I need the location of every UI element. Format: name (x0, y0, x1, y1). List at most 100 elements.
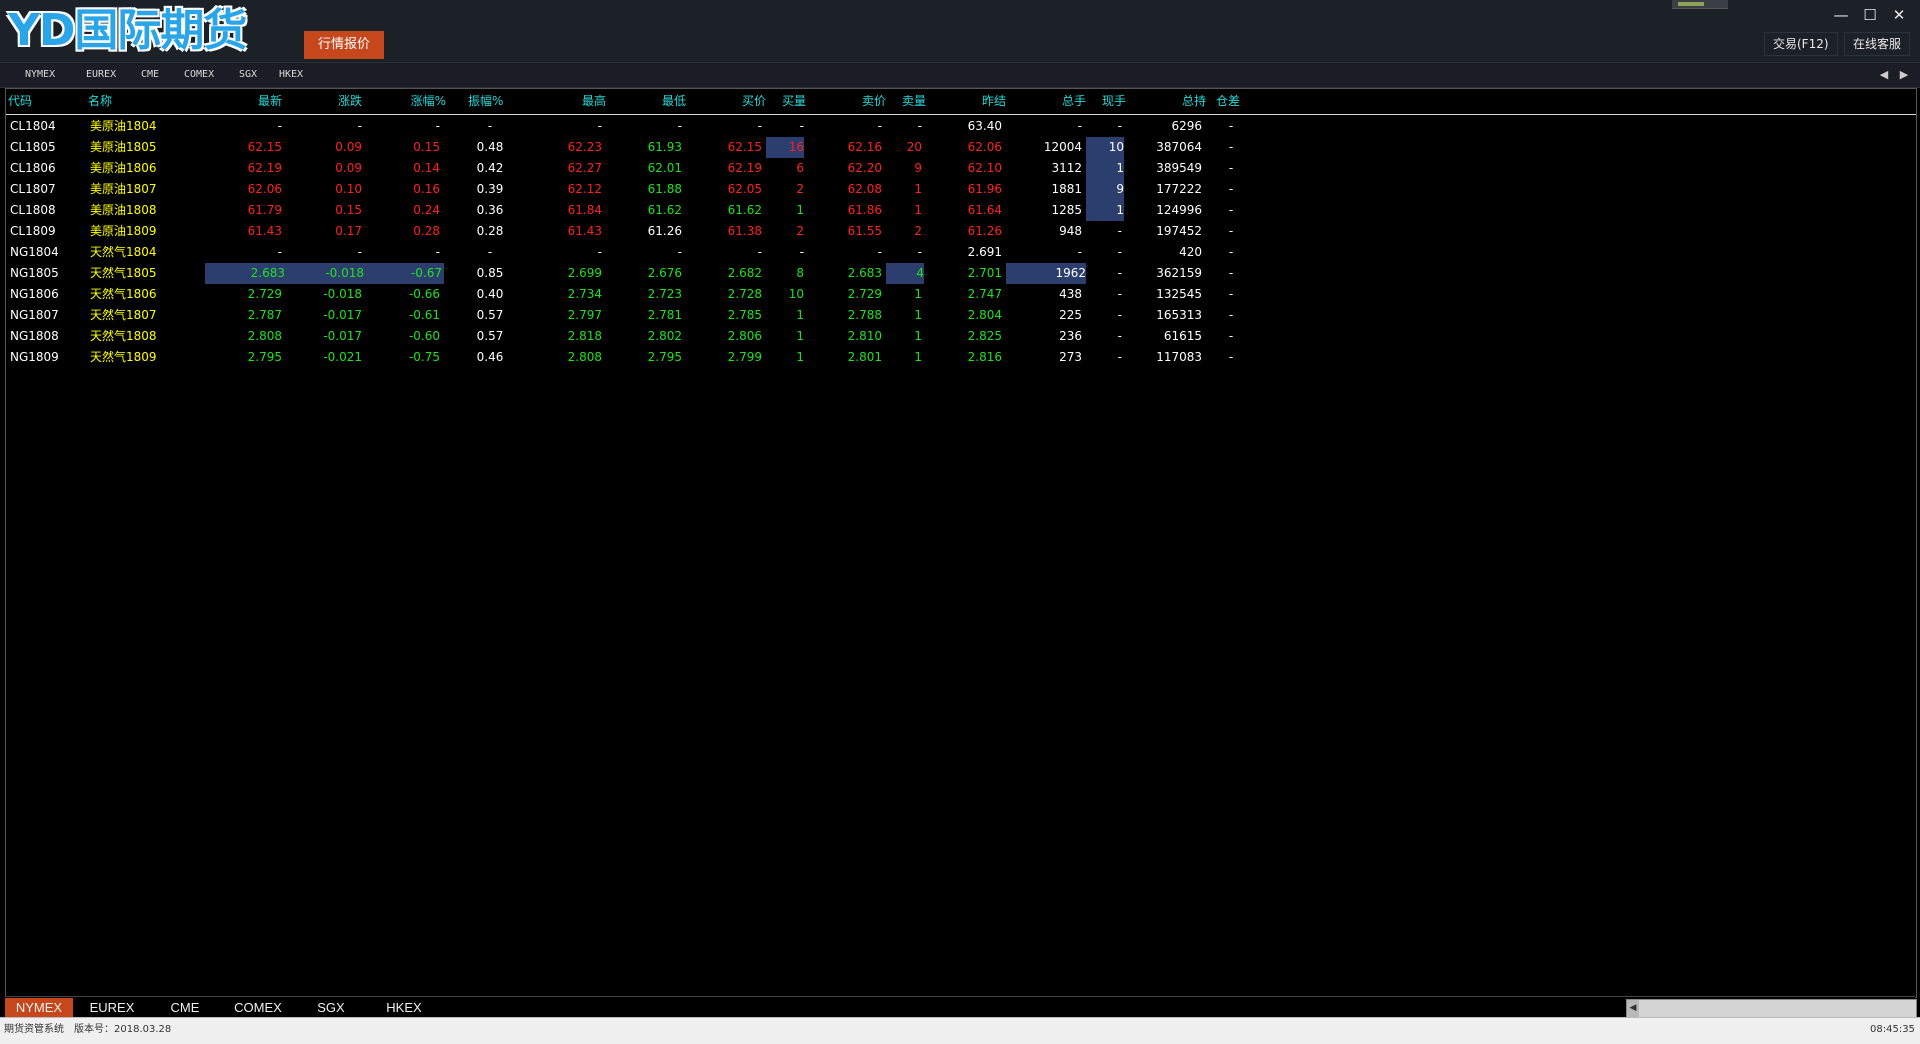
cell-name: 美原油1809 (90, 224, 157, 238)
cell-volume: 948 (1059, 224, 1082, 238)
cell-prev-settle: 61.64 (967, 203, 1002, 217)
trade-button[interactable]: 交易(F12) (1764, 32, 1838, 56)
tab-hkex[interactable]: HKEX (370, 998, 438, 1017)
cell-bid-vol: 1 (796, 203, 804, 217)
app-logo: YD国际期货 (8, 5, 247, 56)
cell-oi-change: - (1228, 140, 1234, 154)
cell-bid-vol: 1 (796, 308, 804, 322)
subnav-cme[interactable]: CME (141, 63, 159, 87)
cell-oi-change: - (1228, 224, 1234, 238)
table-row[interactable]: CL1806 美原油1806 62.19 0.09 0.14 0.42 62.2… (6, 158, 1916, 179)
col-open-interest[interactable]: 总持 (1126, 89, 1206, 114)
cell-prev-settle: 2.825 (967, 329, 1002, 343)
table-row[interactable]: NG1807 天然气1807 2.787 -0.017 -0.61 0.57 2… (6, 305, 1916, 326)
cell-volume: 438 (1059, 287, 1082, 301)
col-change[interactable]: 涨跌 (286, 89, 362, 114)
arrow-left-icon[interactable]: ◀ (1877, 67, 1891, 83)
cell-last: 62.19 (247, 161, 282, 175)
cell-high: 2.734 (567, 287, 602, 301)
cell-volume: 225 (1059, 308, 1082, 322)
col-volume[interactable]: 总手 (1006, 89, 1086, 114)
cell-oi-change: - (1228, 245, 1234, 259)
col-prev-settle[interactable]: 昨结 (926, 89, 1006, 114)
signal-indicator (1672, 0, 1728, 9)
cell-name: 美原油1805 (90, 140, 157, 154)
maximize-icon[interactable]: ☐ (1857, 4, 1883, 26)
subnav-sgx[interactable]: SGX (239, 63, 257, 87)
table-row[interactable]: CL1805 美原油1805 62.15 0.09 0.15 0.48 62.2… (6, 137, 1916, 158)
col-change-pct[interactable]: 涨幅% (364, 89, 446, 114)
horizontal-scrollbar[interactable]: ◀ (1626, 999, 1917, 1018)
table-row[interactable]: NG1806 天然气1806 2.729 -0.018 -0.66 0.40 2… (6, 284, 1916, 305)
col-last[interactable]: 最新 (206, 89, 282, 114)
col-low[interactable]: 最低 (606, 89, 686, 114)
cell-change-pct: 0.14 (413, 161, 440, 175)
online-service-button[interactable]: 在线客服 (1844, 32, 1911, 56)
col-ask-vol[interactable]: 卖量 (886, 89, 926, 114)
tab-cme[interactable]: CME (151, 998, 219, 1017)
col-bid[interactable]: 买价 (686, 89, 766, 114)
arrow-right-icon[interactable]: ▶ (1897, 67, 1911, 83)
cell-open-interest: 387064 (1156, 140, 1202, 154)
col-amplitude[interactable]: 振幅% (468, 89, 528, 114)
cell-ask-vol: 1 (914, 182, 922, 196)
table-row[interactable]: CL1804 美原油1804 - - - - - - - - - - 63.40… (6, 116, 1916, 137)
cell-oi-change: - (1228, 308, 1234, 322)
cell-low: 61.62 (647, 203, 682, 217)
tab-comex[interactable]: COMEX (224, 998, 292, 1017)
cell-bid-vol: 2 (796, 224, 804, 238)
cell-code: NG1809 (10, 350, 59, 364)
subnav-eurex[interactable]: EUREX (86, 63, 116, 87)
signal-level (1678, 2, 1704, 6)
cell-name: 美原油1806 (90, 161, 157, 175)
cell-name: 天然气1807 (90, 308, 157, 322)
col-high[interactable]: 最高 (526, 89, 606, 114)
cell-open-interest: 177222 (1156, 182, 1202, 196)
cell-high: 62.23 (567, 140, 602, 154)
minimize-icon[interactable]: — (1828, 4, 1854, 26)
col-cur-vol[interactable]: 现手 (1086, 89, 1126, 114)
col-ask[interactable]: 卖价 (806, 89, 886, 114)
cell-ask: 2.729 (847, 287, 882, 301)
table-row[interactable]: NG1805 天然气1805 2.683 -0.018 -0.67 0.85 2… (6, 263, 1916, 284)
cell-last: 2.729 (247, 287, 282, 301)
cell-volume: 273 (1059, 350, 1082, 364)
cell-low: - (677, 245, 682, 259)
cell-cur-vol: - (1117, 287, 1122, 301)
cell-amplitude: 0.36 (476, 203, 504, 217)
cell-oi-change: - (1228, 203, 1234, 217)
tab-sgx[interactable]: SGX (297, 998, 365, 1017)
subnav-nymex[interactable]: NYMEX (25, 63, 55, 87)
subnav-hkex[interactable]: HKEX (279, 63, 303, 87)
quote-button[interactable]: 行情报价 (304, 31, 384, 59)
cell-change: -0.017 (323, 308, 362, 322)
table-row[interactable]: NG1808 天然气1808 2.808 -0.017 -0.60 0.57 2… (6, 326, 1916, 347)
subnav-comex[interactable]: COMEX (184, 63, 214, 87)
exchange-tabs: NYMEX EUREX CME COMEX SGX HKEX ◀ (5, 996, 1917, 1018)
table-row[interactable]: NG1809 天然气1809 2.795 -0.021 -0.75 0.46 2… (6, 347, 1916, 368)
tab-nymex[interactable]: NYMEX (5, 998, 73, 1017)
cell-name: 美原油1808 (90, 203, 157, 217)
table-row[interactable]: CL1807 美原油1807 62.06 0.10 0.16 0.39 62.1… (6, 179, 1916, 200)
table-row[interactable]: CL1808 美原油1808 61.79 0.15 0.24 0.36 61.8… (6, 200, 1916, 221)
cell-cur-vol: 9 (1086, 179, 1124, 200)
close-icon[interactable]: ✕ (1886, 4, 1912, 26)
col-name[interactable]: 名称 (88, 89, 148, 114)
cell-volume: 1881 (1051, 182, 1082, 196)
cell-cur-vol: - (1117, 329, 1122, 343)
col-oi-change[interactable]: 仓差 (1216, 89, 1256, 114)
tab-eurex[interactable]: EUREX (78, 998, 146, 1017)
cell-cur-vol: - (1117, 245, 1122, 259)
table-row[interactable]: NG1804 天然气1804 - - - - - - - - - - 2.691… (6, 242, 1916, 263)
cell-change-pct: - (435, 245, 440, 259)
cell-cur-vol: 1 (1086, 158, 1124, 179)
col-code[interactable]: 代码 (8, 89, 58, 114)
scroll-left-icon[interactable]: ◀ (1627, 1000, 1639, 1017)
quote-table: 代码 名称 最新 涨跌 涨幅% 振幅% 最高 最低 买价 买量 卖价 卖量 昨结… (5, 88, 1917, 998)
table-row[interactable]: CL1809 美原油1809 61.43 0.17 0.28 0.28 61.4… (6, 221, 1916, 242)
cell-change: -0.017 (323, 329, 362, 343)
cell-code: NG1806 (10, 287, 59, 301)
cell-last: 61.79 (247, 203, 282, 217)
cell-low: 61.93 (647, 140, 682, 154)
col-bid-vol[interactable]: 买量 (766, 89, 806, 114)
